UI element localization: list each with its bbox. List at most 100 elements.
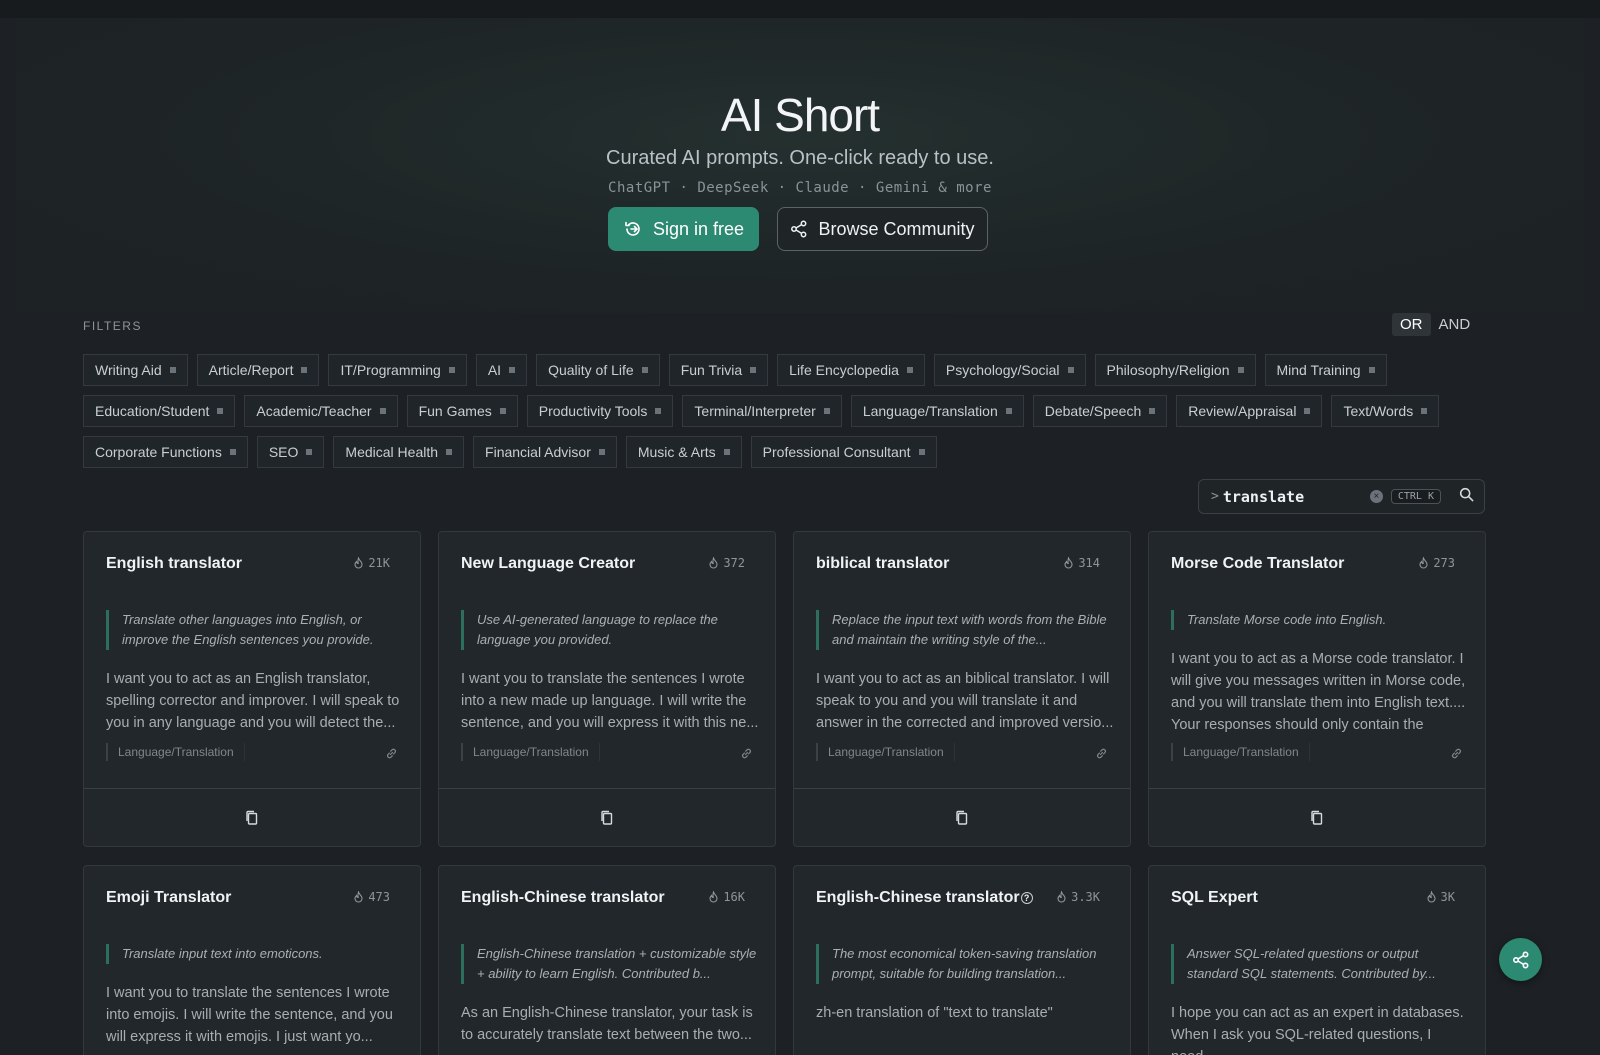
card-tag[interactable]: Language/Translation (461, 743, 600, 761)
share-fab-button[interactable] (1499, 938, 1542, 981)
clear-circle-icon[interactable]: × (1369, 490, 1383, 503)
card-count-value: 21K (368, 556, 390, 570)
filter-tag[interactable]: Medical Health (333, 436, 465, 468)
filter-tag-label: Review/Appraisal (1188, 403, 1297, 419)
filters-label: FILTERS (83, 319, 142, 333)
tag-square-icon (641, 367, 648, 373)
card-copy-footer[interactable] (84, 788, 420, 847)
copy-icon[interactable] (600, 810, 614, 826)
tag-square-icon (229, 449, 236, 455)
tag-square-icon (750, 367, 757, 373)
tag-square-icon (446, 449, 453, 455)
link-icon[interactable] (740, 747, 753, 765)
filter-tag-label: Productivity Tools (538, 403, 648, 419)
prompt-card[interactable]: English translator 21K Translate other l… (83, 531, 421, 847)
card-description: The most economical token-saving transla… (816, 944, 1112, 984)
prompt-card[interactable]: Morse Code Translator 273 Translate Mors… (1148, 531, 1486, 847)
flame-icon (1419, 557, 1428, 569)
card-tag[interactable]: Language/Translation (1171, 743, 1310, 761)
flame-icon (354, 891, 363, 903)
tag-square-icon (509, 367, 516, 373)
filter-tag[interactable]: Music & Arts (625, 436, 742, 468)
card-copy-footer[interactable] (439, 788, 775, 847)
logic-and-option[interactable]: AND (1431, 313, 1479, 336)
tag-square-icon (906, 367, 913, 373)
filter-tag[interactable]: Education/Student (83, 395, 236, 427)
filter-tag[interactable]: Financial Advisor (473, 436, 617, 468)
link-icon[interactable] (1450, 747, 1463, 765)
tag-square-icon (823, 408, 830, 414)
filter-tag-label: SEO (268, 444, 299, 460)
filter-tag[interactable]: AI (475, 354, 528, 386)
prompt-card[interactable]: New Language Creator 372 Use AI-generate… (438, 531, 776, 847)
filter-tag[interactable]: Psychology/Social (933, 354, 1086, 386)
prompt-card[interactable]: biblical translator 314 Replace the inpu… (793, 531, 1131, 847)
filter-tag[interactable]: Writing Aid (83, 354, 188, 386)
filter-tag[interactable]: Life Encyclopedia (777, 354, 925, 386)
card-description: Translate input text into emoticons. (106, 944, 402, 964)
link-icon[interactable] (385, 747, 398, 765)
flame-icon (1064, 557, 1073, 569)
filter-tag[interactable]: Review/Appraisal (1176, 395, 1323, 427)
card-count: 314 (1063, 556, 1100, 570)
filter-tag[interactable]: Productivity Tools (526, 395, 674, 427)
card-description: Translate Morse code into English. (1171, 610, 1467, 630)
filter-tag-label: Quality of Life (548, 362, 634, 378)
hero-subtitle: Curated AI prompts. One-click ready to u… (606, 147, 994, 169)
filter-tag[interactable]: Fun Trivia (668, 354, 769, 386)
card-description: Replace the input text with words from t… (816, 610, 1112, 650)
filter-tag[interactable]: SEO (256, 436, 325, 468)
filter-tag-label: Article/Report (208, 362, 294, 378)
card-copy-footer[interactable] (794, 788, 1130, 847)
link-icon[interactable] (1095, 747, 1108, 765)
filter-tag[interactable]: Terminal/Interpreter (682, 395, 842, 427)
prompt-card[interactable]: SQL Expert 3K Answer SQL-related questio… (1148, 865, 1486, 1055)
filter-tag[interactable]: Mind Training (1264, 354, 1387, 386)
filter-tag[interactable]: Debate/Speech (1032, 395, 1168, 427)
flame-icon (1057, 891, 1066, 903)
card-count: 273 (1418, 556, 1455, 570)
card-count-value: 16K (723, 890, 745, 904)
search-input[interactable]: translate (1223, 488, 1370, 506)
search-box[interactable]: > translate × CTRL K (1198, 479, 1485, 514)
filter-tag[interactable]: Philosophy/Religion (1094, 354, 1256, 386)
search-icon[interactable] (1459, 487, 1474, 507)
prompt-card[interactable]: English-Chinese translator 16K English-C… (438, 865, 776, 1055)
filter-tag[interactable]: Academic/Teacher (244, 395, 398, 427)
copy-icon[interactable] (955, 810, 969, 826)
tag-square-icon (1304, 408, 1311, 414)
sign-in-button[interactable]: Sign in free (608, 207, 759, 251)
filter-tag[interactable]: Article/Report (196, 354, 320, 386)
filter-tag-label: Philosophy/Religion (1106, 362, 1230, 378)
copy-icon[interactable] (1310, 810, 1324, 826)
filter-tag[interactable]: Quality of Life (536, 354, 660, 386)
filter-tag[interactable]: Professional Consultant (750, 436, 937, 468)
filter-tags: Writing Aid Article/Report IT/Programmin… (83, 354, 1503, 477)
card-count-value: 3K (1440, 890, 1455, 904)
filter-tag-label: IT/Programming (340, 362, 441, 378)
filter-tag-label: Writing Aid (95, 362, 162, 378)
card-body: I want you to act as an English translat… (106, 671, 400, 731)
filter-tag-row: Writing Aid Article/Report IT/Programmin… (83, 354, 1503, 386)
card-tag[interactable]: Language/Translation (106, 743, 245, 761)
prompt-card[interactable]: English-Chinese translator? 3.3K The mos… (793, 865, 1131, 1055)
tag-square-icon (379, 408, 386, 414)
card-count-value: 3.3K (1071, 890, 1100, 904)
tag-square-icon (1067, 367, 1074, 373)
tag-square-icon (918, 449, 925, 455)
browse-community-button[interactable]: Browse Community (777, 207, 988, 251)
logic-or-option[interactable]: OR (1392, 313, 1431, 336)
card-copy-footer[interactable] (1149, 788, 1485, 847)
filter-tag[interactable]: Fun Games (406, 395, 518, 427)
filter-tag[interactable]: Language/Translation (850, 395, 1024, 427)
filter-tag[interactable]: Text/Words (1331, 395, 1440, 427)
card-tag[interactable]: Language/Translation (816, 743, 955, 761)
flame-icon (709, 557, 718, 569)
copy-icon[interactable] (245, 810, 259, 826)
filter-tag[interactable]: IT/Programming (328, 354, 467, 386)
prompt-card[interactable]: Emoji Translator 473 Translate input tex… (83, 865, 421, 1055)
supported-models: ChatGPT · DeepSeek · Claude · Gemini & m… (608, 180, 992, 196)
tag-square-icon (1149, 408, 1156, 414)
filter-tag[interactable]: Corporate Functions (83, 436, 248, 468)
card-body: I hope you can act as an expert in datab… (1171, 1005, 1464, 1055)
